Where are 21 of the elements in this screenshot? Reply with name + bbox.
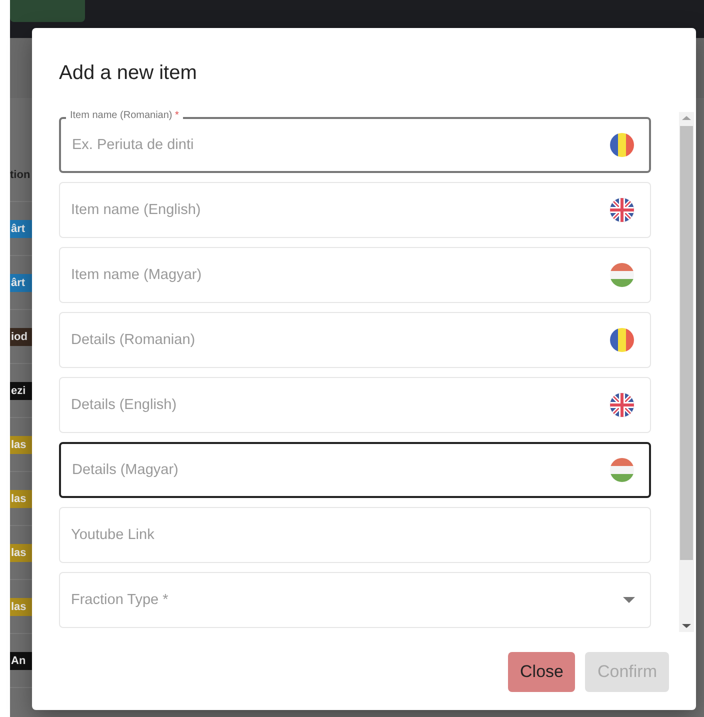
caret-icon: [623, 597, 635, 603]
flag-icon: [609, 132, 635, 158]
dialog-button[interactable]: Close: [508, 652, 576, 692]
tag: las: [10, 436, 32, 454]
input-field[interactable]: Details (Magyar): [59, 442, 651, 498]
flag-icon: [609, 327, 635, 353]
tag: ârt: [10, 220, 32, 238]
field-label: Item name (Romanian) *: [66, 110, 183, 122]
column-heading: tion: [10, 168, 30, 180]
tag: An: [10, 652, 32, 670]
tag: iod: [10, 328, 32, 346]
dialog-title: Add a new item: [58, 61, 198, 86]
scrollbar[interactable]: [679, 112, 694, 632]
flag-icon: [609, 262, 635, 288]
tag: las: [10, 490, 32, 508]
flag-icon: [609, 457, 635, 483]
select-field[interactable]: Fraction Type *: [59, 572, 651, 628]
tag: las: [10, 544, 32, 562]
tag: las: [10, 598, 32, 616]
tag: ezi: [10, 382, 32, 400]
tag: ârt: [10, 274, 32, 292]
